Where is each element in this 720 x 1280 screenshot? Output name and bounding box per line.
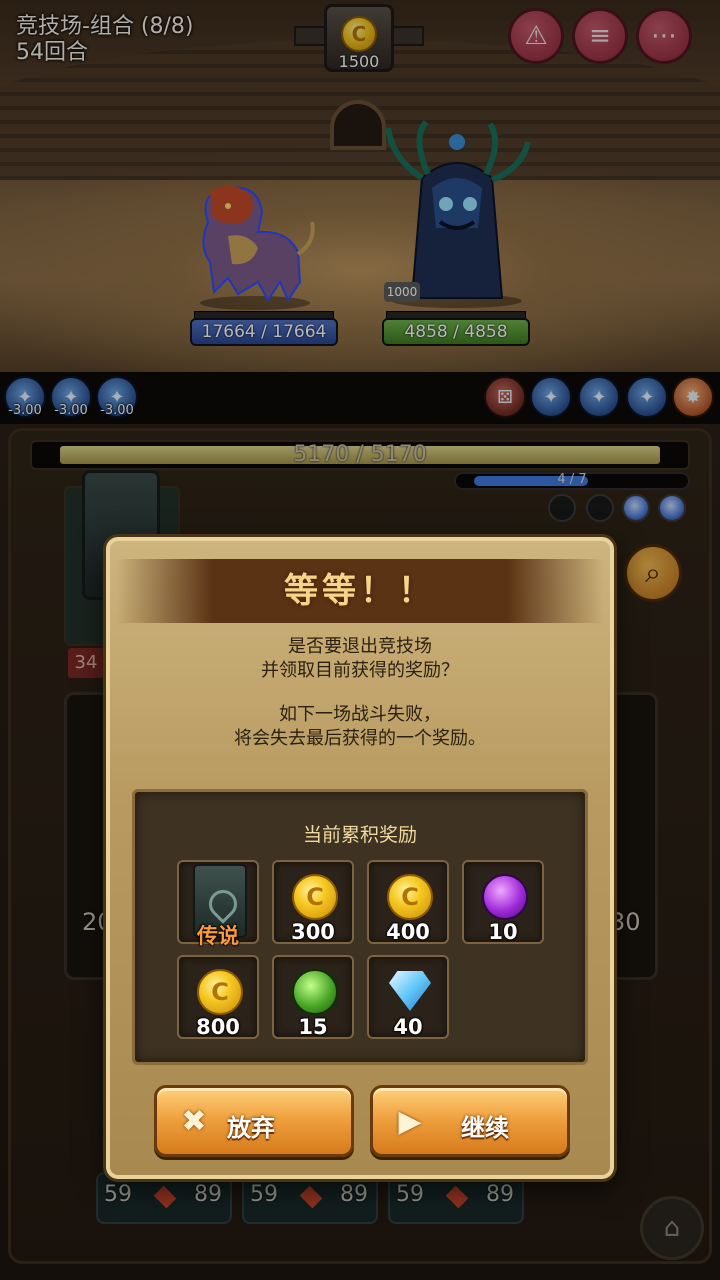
give-up-label: 放弃 (227, 1114, 275, 1142)
diamond-icon (389, 971, 431, 1011)
dialog-message-line: 是否要退出竞技场 (288, 636, 432, 657)
exit-confirm-dialog: 等等！！ 是否要退出竞技场 并领取目前获得的奖励？ 如下一场战斗失败， 将会失去… (106, 537, 614, 1179)
play-icon: ▶ (398, 1103, 422, 1139)
reward-label: 400 (386, 920, 430, 944)
close-icon: ✖ (181, 1103, 207, 1139)
reward-label: 800 (196, 1015, 240, 1039)
give-up-button[interactable]: ✖ 放弃 (154, 1085, 354, 1157)
dialog-message-line: 并领取目前获得的奖励？ (261, 660, 459, 681)
reward-slot[interactable]: C 800 (177, 955, 259, 1039)
gold-coin-icon: C (387, 874, 433, 920)
reward-label: 10 (488, 920, 518, 944)
reward-label: 传说 (197, 924, 239, 948)
reward-panel: 当前累积奖励 传说 C 300 C 400 10 C 800 15 40 (132, 789, 588, 1065)
dialog-warning-line: 将会失去最后获得的一个奖励。 (234, 728, 486, 749)
reward-slot[interactable]: 15 (272, 955, 354, 1039)
reward-slot[interactable]: 10 (462, 860, 544, 944)
dialog-warning-line: 如下一场战斗失败， (279, 704, 441, 725)
reward-slot[interactable]: 传说 (177, 860, 259, 948)
reward-slot[interactable]: C 400 (367, 860, 449, 944)
gold-coin-icon: C (292, 874, 338, 920)
reward-slot[interactable]: C 300 (272, 860, 354, 944)
continue-button[interactable]: ▶ 继续 (370, 1085, 570, 1157)
reward-slot[interactable]: 40 (367, 955, 449, 1039)
reward-label: 300 (291, 920, 335, 944)
reward-label: 15 (298, 1015, 328, 1039)
purple-orb-icon (482, 874, 528, 920)
gold-coin-icon: C (197, 969, 243, 1015)
reward-panel-title: 当前累积奖励 (302, 824, 417, 846)
continue-label: 继续 (461, 1114, 509, 1142)
dialog-title: 等等！！ (284, 571, 436, 611)
reward-label: 40 (393, 1015, 423, 1039)
green-orb-icon (292, 969, 338, 1015)
